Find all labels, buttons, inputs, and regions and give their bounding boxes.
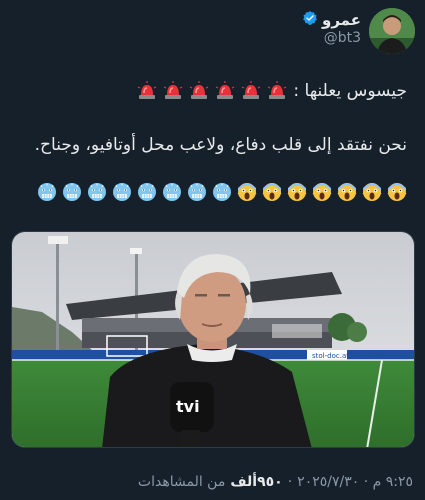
screaming-face-icon: [387, 182, 407, 202]
meta-separator: ·: [287, 474, 293, 490]
cold-face-icon: [187, 182, 207, 202]
views-count: ٩٥٠ألف: [230, 474, 283, 490]
screaming-face-icon: [312, 182, 332, 202]
screaming-face-icon: [237, 182, 257, 202]
cold-face-icon: [137, 182, 157, 202]
tweet-emoji-row: [14, 182, 407, 202]
siren-icon: [163, 81, 183, 101]
cold-face-emoji-group: [37, 182, 232, 202]
siren-icon: [189, 81, 209, 101]
tweet-text-line-1: جيسوس يعلنها :: [14, 80, 407, 102]
siren-icon: [267, 81, 287, 101]
cold-face-icon: [62, 182, 82, 202]
cold-face-icon: [112, 182, 132, 202]
siren-icon: [215, 81, 235, 101]
tweet-photo[interactable]: stol-doc.at tvi: [11, 231, 415, 448]
cold-face-icon: [87, 182, 107, 202]
cold-face-icon: [162, 182, 182, 202]
siren-emoji-group: [137, 81, 287, 101]
tweet-headline: جيسوس يعلنها :: [293, 81, 407, 101]
cold-face-icon: [212, 182, 232, 202]
author-handle[interactable]: @bt3: [324, 30, 361, 46]
screaming-face-icon: [337, 182, 357, 202]
screaming-face-emoji-group: [237, 182, 407, 202]
microphone-logo: tvi: [176, 397, 200, 416]
cold-face-icon: [37, 182, 57, 202]
tweet-card: عمرو @bt3 جيسوس يعلنها : نحن نفتقد إلى ق…: [0, 0, 425, 500]
floodlight-pole: [56, 240, 59, 350]
author-name-row[interactable]: عمرو: [302, 10, 361, 30]
tweet-meta: ٩:٢٥ م · ٢٠٢٥/٧/٣٠ · ٩٥٠ألف من المشاهدات: [138, 474, 413, 490]
verified-badge-icon: [302, 10, 318, 30]
siren-icon: [241, 81, 261, 101]
screaming-face-icon: [262, 182, 282, 202]
screaming-face-icon: [362, 182, 382, 202]
siren-icon: [137, 81, 157, 101]
avatar[interactable]: [369, 8, 415, 54]
author-display-name[interactable]: عمرو: [322, 11, 361, 29]
tweet-text-line-2: نحن نفتقد إلى قلب دفاع، ولاعب محل أوتافي…: [34, 135, 407, 155]
screaming-face-icon: [287, 182, 307, 202]
tweet-timestamp[interactable]: ٩:٢٥ م · ٢٠٢٥/٧/٣٠: [297, 474, 413, 490]
views-label: من المشاهدات: [137, 474, 226, 490]
ad-banner-text: stol-doc.at: [312, 352, 349, 360]
